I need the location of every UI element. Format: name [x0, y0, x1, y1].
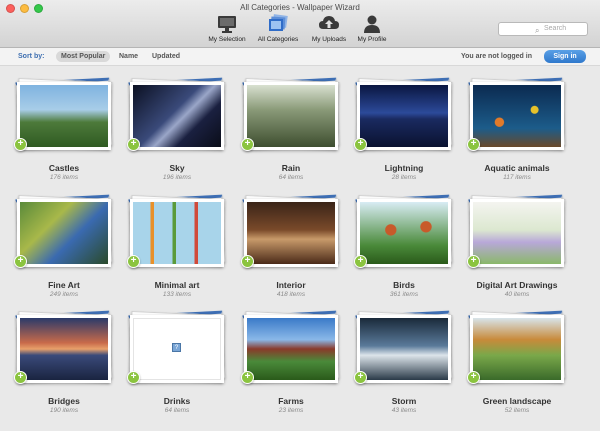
category-name: Green landscape	[482, 396, 552, 406]
category-name: Rain	[281, 163, 301, 173]
category-thumbnail[interactable]	[244, 315, 338, 383]
category-card-castles[interactable]: + Castles 176 items	[14, 77, 114, 190]
category-count: 176 items	[49, 174, 79, 181]
category-count: 40 items	[504, 291, 530, 298]
cloud-upload-icon	[319, 16, 339, 29]
category-thumbnail[interactable]	[357, 315, 451, 383]
category-card-interior[interactable]: + Interior 418 items	[241, 194, 341, 307]
add-category-button[interactable]: +	[241, 255, 254, 268]
category-count: 28 items	[391, 174, 417, 181]
image-placeholder-icon: ?	[172, 343, 181, 352]
category-card-drinks[interactable]: ? + Drinks 64 items	[127, 310, 227, 423]
search-icon: ⌕	[535, 26, 540, 35]
category-name: Interior	[276, 280, 306, 290]
person-icon	[364, 15, 380, 33]
category-name: Castles	[48, 163, 80, 173]
category-card-birds[interactable]: + Birds 361 items	[354, 194, 454, 307]
category-count: 64 items	[164, 407, 190, 414]
category-thumbnail[interactable]	[17, 199, 111, 267]
category-name: Aquatic animals	[484, 163, 550, 173]
category-name: Lightning	[384, 163, 424, 173]
category-count: 133 items	[162, 291, 192, 298]
category-count: 418 items	[276, 291, 306, 298]
category-card-rain[interactable]: + Rain 64 items	[241, 77, 341, 190]
add-category-button[interactable]: +	[14, 138, 27, 151]
category-name: Minimal art	[154, 280, 200, 290]
sort-updated[interactable]: Updated	[147, 51, 185, 62]
window-title: All Categories - Wallpaper Wizard	[240, 3, 360, 12]
category-card-sky[interactable]: + Sky 196 items	[127, 77, 227, 190]
category-thumbnail[interactable]	[244, 199, 338, 267]
search-input[interactable]: ⌕ Search	[498, 22, 588, 36]
add-category-button[interactable]: +	[14, 255, 27, 268]
title-bar: All Categories - Wallpaper Wizard My Sel…	[0, 0, 600, 48]
category-thumbnail[interactable]	[130, 199, 224, 267]
toolbar-my-selection-button[interactable]: My Selection	[202, 14, 252, 46]
category-card-lightning[interactable]: + Lightning 28 items	[354, 77, 454, 190]
toolbar-label: My Profile	[357, 36, 387, 43]
category-name: Sky	[169, 163, 185, 173]
category-thumbnail[interactable]	[470, 199, 564, 267]
add-category-button[interactable]: +	[127, 255, 140, 268]
category-thumbnail[interactable]	[357, 82, 451, 150]
add-category-button[interactable]: +	[127, 138, 140, 151]
sort-bar: Sort by: Most Popular Name Updated You a…	[0, 48, 600, 66]
folders-icon	[269, 14, 288, 31]
category-name: Storm	[391, 396, 417, 406]
category-count: 64 items	[278, 174, 304, 181]
category-count: 249 items	[49, 291, 79, 298]
add-category-button[interactable]: +	[354, 138, 367, 151]
category-thumbnail[interactable]	[470, 315, 564, 383]
category-count: 196 items	[162, 174, 192, 181]
category-name: Bridges	[48, 396, 80, 406]
add-category-button[interactable]: +	[241, 138, 254, 151]
category-thumbnail[interactable]	[244, 82, 338, 150]
category-name: Digital Art Drawings	[476, 280, 558, 290]
sign-in-button[interactable]: Sign in	[544, 50, 586, 63]
sort-most-popular[interactable]: Most Popular	[56, 51, 111, 62]
category-thumbnail[interactable]	[17, 82, 111, 150]
category-card-storm[interactable]: + Storm 43 items	[354, 310, 454, 423]
category-card-green-landscape[interactable]: + Green landscape 52 items	[467, 310, 567, 423]
toolbar-all-categories-button[interactable]: All Categories	[253, 14, 303, 46]
category-thumbnail[interactable]	[357, 199, 451, 267]
monitor-icon	[218, 16, 236, 33]
category-name: Fine Art	[48, 280, 80, 290]
category-count: 43 items	[391, 407, 417, 414]
add-category-button[interactable]: +	[467, 371, 480, 384]
add-category-button[interactable]: +	[127, 371, 140, 384]
category-count: 23 items	[278, 407, 304, 414]
add-category-button[interactable]: +	[467, 138, 480, 151]
category-card-aquatic-animals[interactable]: + Aquatic animals 117 items	[467, 77, 567, 190]
category-name: Birds	[393, 280, 415, 290]
category-thumbnail[interactable]	[130, 82, 224, 150]
category-card-minimal-art[interactable]: + Minimal art 133 items	[127, 194, 227, 307]
category-count: 361 items	[389, 291, 419, 298]
add-category-button[interactable]: +	[467, 255, 480, 268]
category-count: 117 items	[503, 174, 531, 181]
login-status: You are not logged in	[460, 53, 532, 60]
category-thumbnail[interactable]	[470, 82, 564, 150]
add-category-button[interactable]: +	[241, 371, 254, 384]
toolbar-label: My Selection	[208, 36, 246, 43]
toolbar-my-profile-button[interactable]: My Profile	[347, 14, 397, 46]
add-category-button[interactable]: +	[354, 371, 367, 384]
sort-name[interactable]: Name	[114, 51, 143, 62]
category-thumbnail[interactable]	[17, 315, 111, 383]
add-category-button[interactable]: +	[14, 371, 27, 384]
category-count: 190 items	[49, 407, 79, 414]
add-category-button[interactable]: +	[354, 255, 367, 268]
toolbar-label: All Categories	[257, 36, 299, 43]
category-card-fine-art[interactable]: + Fine Art 249 items	[14, 194, 114, 307]
category-count: 52 items	[504, 407, 530, 414]
category-name: Farms	[278, 396, 304, 406]
category-thumbnail[interactable]: ?	[130, 315, 224, 383]
category-card-bridges[interactable]: + Bridges 190 items	[14, 310, 114, 423]
category-card-farms[interactable]: + Farms 23 items	[241, 310, 341, 423]
search-placeholder: Search	[544, 25, 567, 32]
category-card-digital-art-drawings[interactable]: + Digital Art Drawings 40 items	[467, 194, 567, 307]
sort-by-label: Sort by:	[18, 53, 45, 60]
category-name: Drinks	[163, 396, 191, 406]
